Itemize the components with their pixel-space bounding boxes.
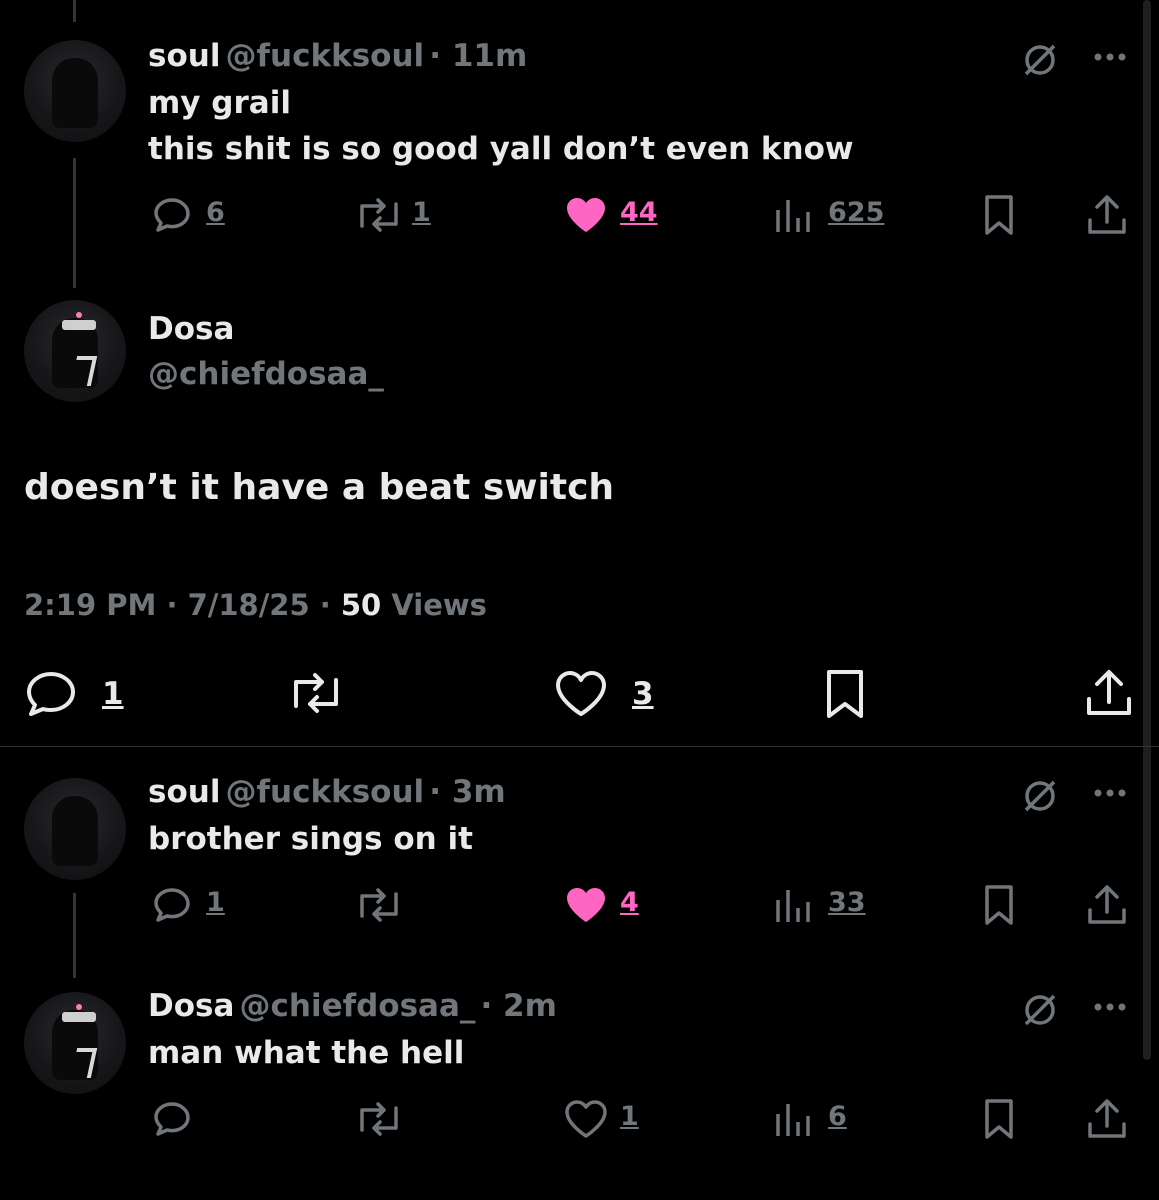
repost-count[interactable]: 1 xyxy=(412,197,431,228)
speech-bubble-icon[interactable] xyxy=(150,1100,194,1136)
views-count[interactable]: 6 xyxy=(828,1101,847,1132)
heart-icon[interactable] xyxy=(564,1100,608,1138)
user-handle[interactable]: @fuckksoul xyxy=(226,38,425,74)
avatar[interactable] xyxy=(24,992,126,1094)
bookmark-icon[interactable] xyxy=(982,194,1016,236)
reply-text: my grail this shit is so good yall don’t… xyxy=(148,80,854,172)
display-name[interactable]: soul xyxy=(148,774,220,810)
heart-icon[interactable] xyxy=(554,670,608,718)
bar-chart-icon[interactable] xyxy=(774,198,814,234)
user-handle[interactable]: @fuckksoul xyxy=(226,774,425,810)
grok-slash-circle-icon[interactable] xyxy=(1020,990,1060,1030)
speech-bubble-icon[interactable] xyxy=(150,196,194,232)
more-dots-icon[interactable] xyxy=(1090,50,1130,64)
avatar[interactable] xyxy=(24,300,126,402)
more-dots-icon[interactable] xyxy=(1090,1000,1130,1014)
repost-arrows-icon[interactable] xyxy=(354,1102,404,1136)
bookmark-icon[interactable] xyxy=(824,668,866,720)
repost-arrows-icon[interactable] xyxy=(286,672,346,714)
repost-arrows-icon[interactable] xyxy=(354,888,404,922)
thread-line xyxy=(73,0,76,22)
reply-header: Dosa @chiefdosaa_ · 2m xyxy=(148,988,557,1024)
views-label: Views xyxy=(391,588,487,622)
display-name[interactable]: Dosa xyxy=(148,311,234,347)
thread-line xyxy=(73,158,76,288)
user-handle[interactable]: @chiefdosaa_ xyxy=(240,988,476,1024)
reply-text: man what the hell xyxy=(148,1030,464,1076)
like-count[interactable]: 4 xyxy=(620,887,639,918)
reply-header: soul @fuckksoul · 3m xyxy=(148,774,506,810)
views-count[interactable]: 33 xyxy=(828,887,866,918)
timestamp[interactable]: · 3m xyxy=(429,774,505,810)
reply-count[interactable]: 1 xyxy=(206,887,225,918)
like-count[interactable]: 1 xyxy=(620,1101,639,1132)
post-date[interactable]: · 7/18/25 · xyxy=(166,588,330,622)
reply-text: brother sings on it xyxy=(148,816,473,862)
speech-bubble-icon[interactable] xyxy=(24,670,78,716)
scrollbar[interactable] xyxy=(1143,0,1151,1060)
reply-text-line: this shit is so good yall don’t even kno… xyxy=(148,131,854,167)
display-name[interactable]: Dosa xyxy=(148,988,234,1024)
speech-bubble-icon[interactable] xyxy=(150,886,194,922)
reply-text-line: my grail xyxy=(148,85,291,121)
reply-count[interactable]: 6 xyxy=(206,197,225,228)
display-name[interactable]: soul xyxy=(148,38,220,74)
more-dots-icon[interactable] xyxy=(1090,786,1130,800)
heart-icon[interactable] xyxy=(564,886,608,924)
share-upload-icon[interactable] xyxy=(1086,194,1128,236)
divider xyxy=(0,746,1159,747)
post-meta: 2:19 PM · 7/18/25 · 50 Views xyxy=(24,588,487,622)
like-count[interactable]: 44 xyxy=(620,197,658,228)
thread-line xyxy=(73,893,76,978)
reply-text-line: brother sings on it xyxy=(148,821,473,857)
share-upload-icon[interactable] xyxy=(1084,668,1134,718)
timestamp[interactable]: · 11m xyxy=(429,38,527,74)
grok-slash-circle-icon[interactable] xyxy=(1020,40,1060,80)
reply-count[interactable]: 1 xyxy=(102,676,124,712)
bar-chart-icon[interactable] xyxy=(774,1102,814,1138)
bar-chart-icon[interactable] xyxy=(774,888,814,924)
user-handle[interactable]: @chiefdosaa_ xyxy=(148,356,384,392)
repost-arrows-icon[interactable] xyxy=(354,198,404,232)
reply-header: soul @fuckksoul · 11m xyxy=(148,38,527,74)
views-count: 50 xyxy=(340,588,382,622)
post-text: doesn’t it have a beat switch xyxy=(24,467,615,508)
timestamp[interactable]: · 2m xyxy=(480,988,556,1024)
bookmark-icon[interactable] xyxy=(982,884,1016,926)
like-count[interactable]: 3 xyxy=(632,676,654,712)
reply-text-line: man what the hell xyxy=(148,1035,465,1071)
avatar[interactable] xyxy=(24,40,126,142)
post-time[interactable]: 2:19 PM xyxy=(24,588,156,622)
bookmark-icon[interactable] xyxy=(982,1098,1016,1140)
grok-slash-circle-icon[interactable] xyxy=(1020,776,1060,816)
share-upload-icon[interactable] xyxy=(1086,1098,1128,1140)
heart-icon[interactable] xyxy=(564,196,608,234)
avatar[interactable] xyxy=(24,778,126,880)
share-upload-icon[interactable] xyxy=(1086,884,1128,926)
views-count[interactable]: 625 xyxy=(828,197,884,228)
